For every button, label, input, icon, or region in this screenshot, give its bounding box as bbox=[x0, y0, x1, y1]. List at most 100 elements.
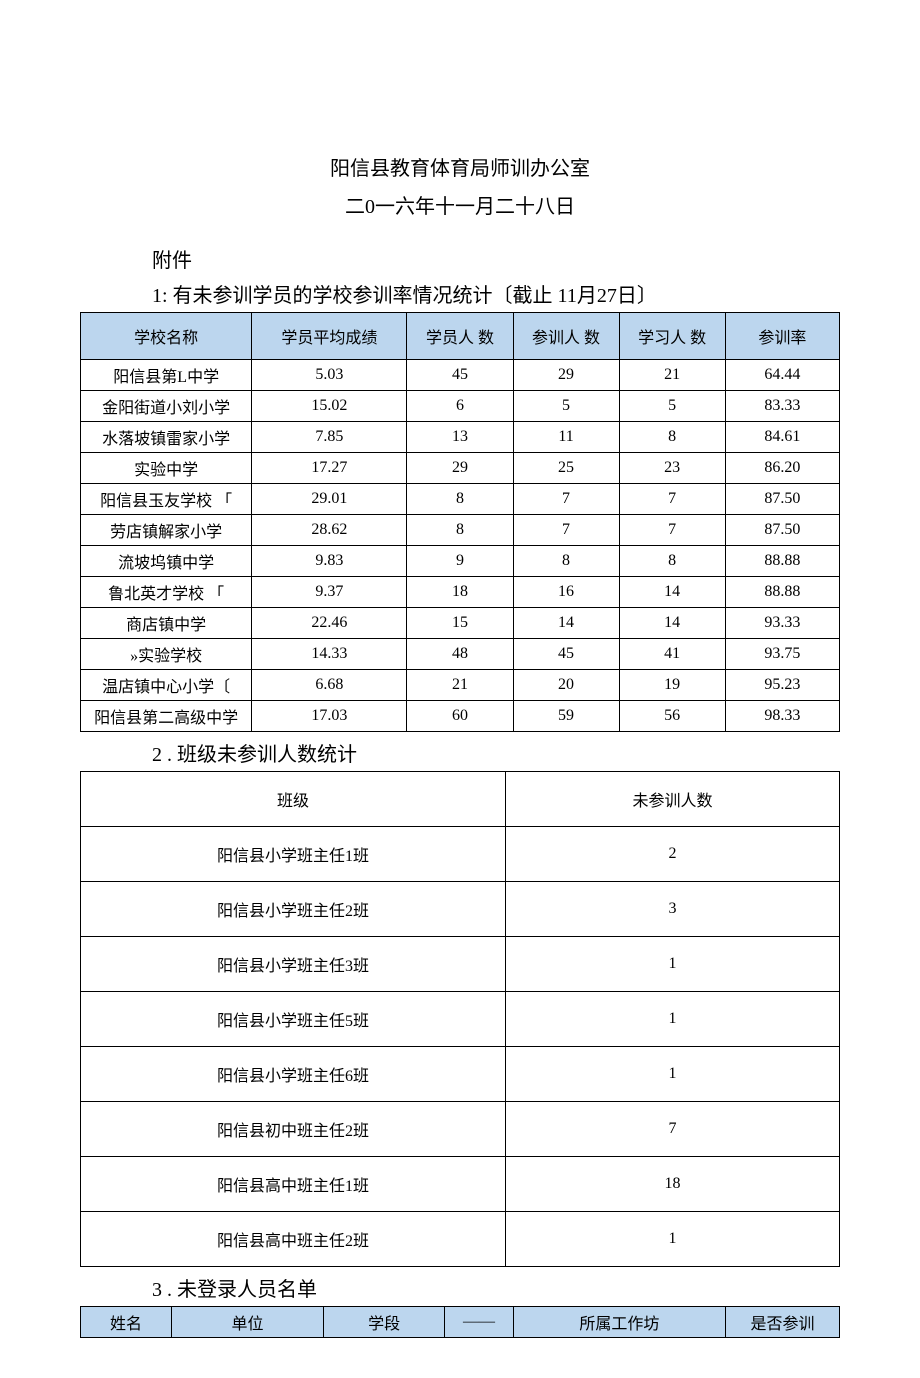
cell-study: 41 bbox=[619, 639, 725, 670]
section3-title: 3 . 未登录人员名单 bbox=[152, 1273, 840, 1302]
cell-rate: 86.20 bbox=[725, 453, 839, 484]
cell-cls: 阳信县小学班主任2班 bbox=[81, 882, 506, 937]
table-header-row: 姓名 单位 学段 —— 所属工作坊 是否参训 bbox=[81, 1307, 840, 1338]
table-header-row: 班级 未参训人数 bbox=[81, 772, 840, 827]
cell-study: 8 bbox=[619, 546, 725, 577]
col-class: 班级 bbox=[81, 772, 506, 827]
cell-study: 23 bbox=[619, 453, 725, 484]
cell-train: 20 bbox=[513, 670, 619, 701]
table-row: 阳信县高中班主任1班18 bbox=[81, 1157, 840, 1212]
cell-avg: 22.46 bbox=[252, 608, 407, 639]
cell-total: 9 bbox=[407, 546, 513, 577]
section1-title: 1: 有未参训学员的学校参训率情况统计〔截止 11月27日〕 bbox=[152, 279, 840, 308]
document-header: 阳信县教育体育局师训办公室 二0一六年十一月二十八日 bbox=[80, 150, 840, 226]
cell-avg: 9.37 bbox=[252, 577, 407, 608]
date-line: 二0一六年十一月二十八日 bbox=[80, 188, 840, 226]
cell-avg: 14.33 bbox=[252, 639, 407, 670]
cell-cls: 阳信县初中班主任2班 bbox=[81, 1102, 506, 1157]
cell-total: 29 bbox=[407, 453, 513, 484]
col-total: 学员人 数 bbox=[407, 313, 513, 360]
cell-rate: 95.23 bbox=[725, 670, 839, 701]
col-rate: 参训率 bbox=[725, 313, 839, 360]
cell-cls: 阳信县小学班主任5班 bbox=[81, 992, 506, 1047]
table-row: 流坡坞镇中学9.8398888.88 bbox=[81, 546, 840, 577]
cell-total: 48 bbox=[407, 639, 513, 670]
cell-school: 实验中学 bbox=[81, 453, 252, 484]
cell-train: 59 bbox=[513, 701, 619, 732]
table-row: 阳信县高中班主任2班1 bbox=[81, 1212, 840, 1267]
table-row: 鲁北英才学校 「9.3718161488.88 bbox=[81, 577, 840, 608]
document-page: 阳信县教育体育局师训办公室 二0一六年十一月二十八日 附件 1: 有未参训学员的… bbox=[0, 0, 920, 1378]
issuer-line: 阳信县教育体育局师训办公室 bbox=[80, 150, 840, 188]
cell-study: 7 bbox=[619, 484, 725, 515]
cell-total: 13 bbox=[407, 422, 513, 453]
cell-school: 商店镇中学 bbox=[81, 608, 252, 639]
cell-rate: 84.61 bbox=[725, 422, 839, 453]
cell-train: 14 bbox=[513, 608, 619, 639]
table-row: 温店镇中心小学〔6.6821201995.23 bbox=[81, 670, 840, 701]
table-row: 劳店镇解家小学28.6287787.50 bbox=[81, 515, 840, 546]
attachment-label: 附件 bbox=[152, 244, 840, 273]
cell-avg: 17.03 bbox=[252, 701, 407, 732]
cell-study: 5 bbox=[619, 391, 725, 422]
col-stage: 学段 bbox=[323, 1307, 444, 1338]
cell-school: 温店镇中心小学〔 bbox=[81, 670, 252, 701]
table-row: 实验中学17.2729252386.20 bbox=[81, 453, 840, 484]
cell-rate: 93.33 bbox=[725, 608, 839, 639]
cell-school: 阳信县玉友学校 「 bbox=[81, 484, 252, 515]
cell-count: 1 bbox=[506, 1212, 840, 1267]
table-row: 水落坡镇雷家小学7.851311884.61 bbox=[81, 422, 840, 453]
cell-cls: 阳信县高中班主任1班 bbox=[81, 1157, 506, 1212]
col-study: 学习人 数 bbox=[619, 313, 725, 360]
cell-avg: 15.02 bbox=[252, 391, 407, 422]
cell-total: 45 bbox=[407, 360, 513, 391]
cell-total: 18 bbox=[407, 577, 513, 608]
cell-study: 19 bbox=[619, 670, 725, 701]
cell-rate: 88.88 bbox=[725, 546, 839, 577]
col-train: 参训人 数 bbox=[513, 313, 619, 360]
cell-rate: 87.50 bbox=[725, 484, 839, 515]
cell-avg: 6.68 bbox=[252, 670, 407, 701]
cell-train: 7 bbox=[513, 515, 619, 546]
cell-count: 1 bbox=[506, 992, 840, 1047]
cell-count: 7 bbox=[506, 1102, 840, 1157]
cell-avg: 28.62 bbox=[252, 515, 407, 546]
cell-avg: 5.03 bbox=[252, 360, 407, 391]
table-row: 阳信县小学班主任1班2 bbox=[81, 827, 840, 882]
cell-study: 21 bbox=[619, 360, 725, 391]
cell-rate: 64.44 bbox=[725, 360, 839, 391]
cell-count: 18 bbox=[506, 1157, 840, 1212]
cell-train: 25 bbox=[513, 453, 619, 484]
cell-study: 14 bbox=[619, 577, 725, 608]
cell-train: 5 bbox=[513, 391, 619, 422]
cell-total: 8 bbox=[407, 484, 513, 515]
cell-total: 60 bbox=[407, 701, 513, 732]
cell-total: 15 bbox=[407, 608, 513, 639]
cell-count: 1 bbox=[506, 1047, 840, 1102]
col-unit: 单位 bbox=[172, 1307, 324, 1338]
cell-train: 29 bbox=[513, 360, 619, 391]
table-row: 阳信县小学班主任6班1 bbox=[81, 1047, 840, 1102]
col-blank: —— bbox=[445, 1307, 513, 1338]
cell-train: 16 bbox=[513, 577, 619, 608]
cell-school: 阳信县第L中学 bbox=[81, 360, 252, 391]
cell-total: 8 bbox=[407, 515, 513, 546]
table-row: 阳信县第L中学5.0345292164.44 bbox=[81, 360, 840, 391]
cell-cls: 阳信县小学班主任1班 bbox=[81, 827, 506, 882]
cell-rate: 93.75 bbox=[725, 639, 839, 670]
table-row: 商店镇中学22.4615141493.33 bbox=[81, 608, 840, 639]
cell-count: 2 bbox=[506, 827, 840, 882]
cell-study: 7 bbox=[619, 515, 725, 546]
cell-rate: 87.50 bbox=[725, 515, 839, 546]
cell-school: 金阳街道小刘小学 bbox=[81, 391, 252, 422]
cell-school: 劳店镇解家小学 bbox=[81, 515, 252, 546]
cell-avg: 9.83 bbox=[252, 546, 407, 577]
table-row: 阳信县小学班主任2班3 bbox=[81, 882, 840, 937]
cell-avg: 7.85 bbox=[252, 422, 407, 453]
cell-study: 56 bbox=[619, 701, 725, 732]
table-row: 阳信县初中班主任2班7 bbox=[81, 1102, 840, 1157]
cell-school: 阳信县第二高级中学 bbox=[81, 701, 252, 732]
table-row: 金阳街道小刘小学15.0265583.33 bbox=[81, 391, 840, 422]
cell-train: 8 bbox=[513, 546, 619, 577]
table-row: 阳信县第二高级中学17.0360595698.33 bbox=[81, 701, 840, 732]
